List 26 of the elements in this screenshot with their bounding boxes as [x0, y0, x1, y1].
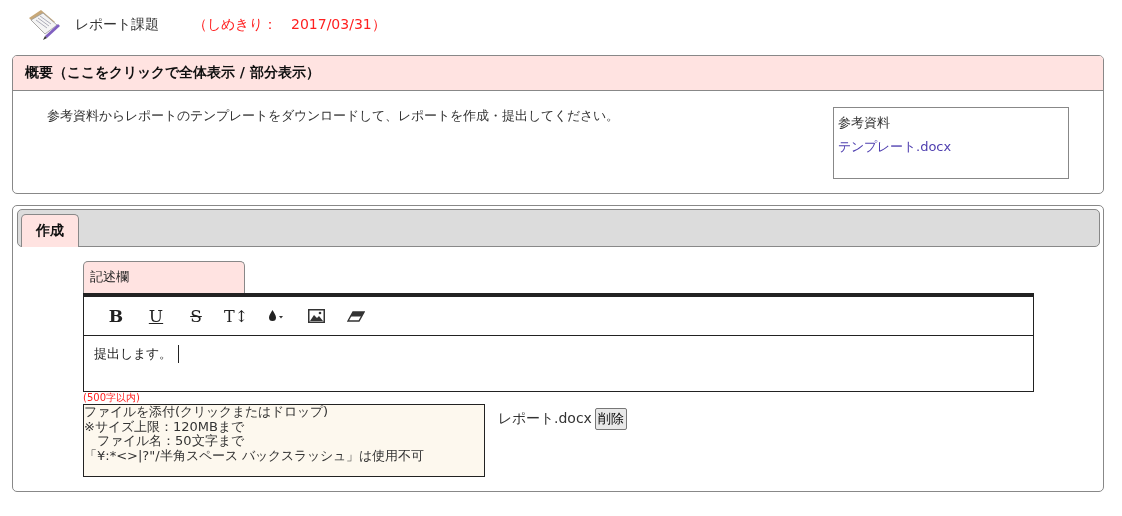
references-title: 参考資料 [838, 114, 891, 132]
attachment-note: 「¥:*<>|?"/半角スペース バックスラッシュ」は使用不可 [84, 448, 425, 463]
image-icon [307, 309, 325, 323]
attached-file-name: レポート.docx [498, 410, 592, 428]
bold-button[interactable]: B [96, 301, 136, 331]
attachment-note: ファイルを添付(クリックまたはドロップ) [84, 405, 330, 420]
editor-tab-label: 記述欄 [83, 261, 245, 293]
page-title: レポート課題 [75, 16, 159, 34]
delete-button[interactable]: 削除 [594, 408, 627, 430]
ink-drop-icon [268, 310, 284, 322]
deadline-text: （しめきり： 2017/03/31） [193, 16, 386, 34]
rich-text-editor[interactable]: B U S T↕ 提出します。 [83, 293, 1034, 392]
character-limit-note: (500字以内) [83, 392, 141, 404]
font-size-button[interactable]: T↕ [216, 301, 256, 331]
underline-button[interactable]: U [136, 301, 176, 331]
eraser-icon [347, 310, 365, 322]
text-cursor [178, 345, 179, 363]
file-link[interactable]: テンプレート.docx [838, 138, 1064, 156]
attachment-note: ※サイズ上限：120MBまで [84, 419, 245, 434]
description-text: 参考資料からレポートのテンプレートをダウンロードして、レポートを作成・提出してください。 [47, 107, 619, 125]
editor-text: 提出します。 [94, 345, 172, 363]
strikethrough-button[interactable]: S [176, 301, 216, 331]
tab[interactable]: 作成 [21, 214, 79, 247]
overview-header[interactable]: 概要（ここをクリックで全体表示 / 部分表示） [13, 56, 1103, 91]
attachment-note: ファイル名：50文字まで [96, 434, 245, 449]
file-drop-zone[interactable]: ファイルを添付(クリックまたはドロップ) ※サイズ上限：120MBまで ファイル名：50文字まで 「¥:*<>|?"/半角スペース バックスラッシュ」は使用不可 [83, 404, 485, 477]
